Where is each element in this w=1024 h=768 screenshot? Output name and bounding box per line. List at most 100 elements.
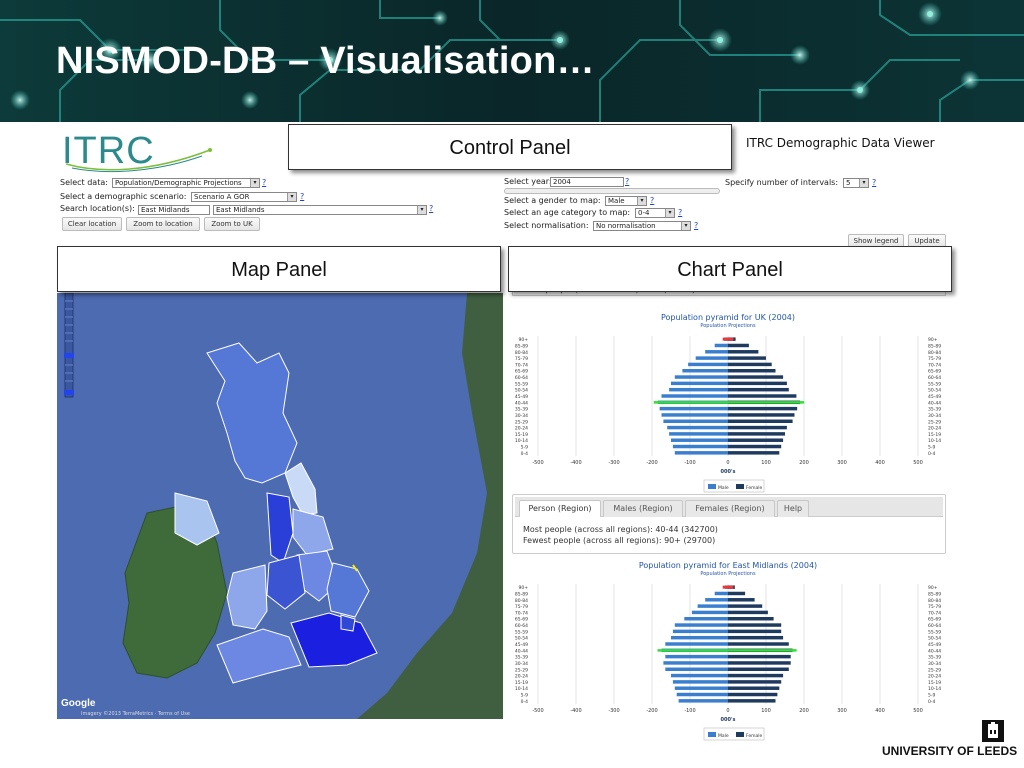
uk-region-map[interactable] — [57, 293, 503, 719]
age-label-left: 15-19 — [515, 680, 528, 686]
search-location-input[interactable]: East Midlands — [138, 205, 210, 215]
age-label-left: 80-84 — [515, 350, 528, 356]
zoom-out-icon[interactable] — [64, 390, 74, 395]
age-help-link[interactable]: ? — [678, 208, 682, 217]
x-tick-label: 500 — [913, 708, 923, 714]
select-data-help-link[interactable]: ? — [262, 178, 266, 187]
x-tick-label: 300 — [837, 708, 847, 714]
age-label-right: 60-64 — [928, 623, 941, 629]
age-label-right: 40-44 — [928, 648, 941, 654]
age-label-left: 90+ — [519, 337, 529, 343]
male-bar — [663, 419, 728, 423]
female-bar — [728, 381, 787, 386]
chart-panel-callout: Chart Panel — [508, 246, 952, 292]
gender-dropdown[interactable]: Male ▾ — [605, 196, 647, 206]
zoom-to-location-button[interactable]: Zoom to location — [126, 217, 200, 231]
chevron-down-icon: ▾ — [665, 209, 674, 217]
age-label-right: 75-79 — [928, 604, 941, 610]
female-bar — [728, 680, 782, 684]
x-tick-label: 100 — [761, 708, 771, 714]
legend-female-label: Female — [746, 485, 763, 491]
university-logo: UNIVERSITY OF LEEDS — [882, 720, 1017, 762]
tab-females-region[interactable]: Females (Region) — [685, 500, 775, 517]
male-bar — [684, 617, 728, 621]
female-bar — [728, 591, 746, 596]
age-label-right: 60-64 — [928, 375, 941, 381]
gender-help-link[interactable]: ? — [650, 196, 654, 205]
east-midlands-pyramid-svg: Population pyramid for East Midlands (20… — [515, 561, 941, 741]
age-dropdown[interactable]: 0-4 ▾ — [635, 208, 675, 218]
female-bar — [728, 673, 784, 678]
chart-legend: Male Female — [703, 479, 765, 493]
scenario-help-link[interactable]: ? — [300, 192, 304, 201]
highlight-fewest — [722, 585, 734, 589]
female-bar — [728, 387, 789, 392]
leeds-crest-icon — [982, 720, 1004, 742]
map-panel-view[interactable]: Google Imagery ©2013 TerraMetrics · Term… — [57, 293, 503, 719]
age-label-left: 50-54 — [515, 636, 528, 642]
x-tick-label: -200 — [646, 460, 657, 466]
age-label-left: 70-74 — [515, 362, 528, 368]
age-label-right: 15-19 — [928, 680, 941, 686]
x-axis-label: 000's — [721, 717, 736, 723]
x-tick-label: -100 — [684, 708, 695, 714]
zoom-to-uk-button[interactable]: Zoom to UK — [204, 217, 260, 231]
legend-male-label: Male — [718, 485, 729, 491]
legend-male-swatch — [708, 732, 716, 737]
tab-person-region[interactable]: Person (Region) — [519, 500, 601, 517]
age-label-left: 15-19 — [515, 432, 528, 438]
tab-males-region[interactable]: Males (Region) — [603, 500, 683, 517]
x-tick-label: -300 — [608, 708, 619, 714]
female-bar — [728, 406, 798, 411]
female-bar — [728, 699, 776, 703]
male-bar — [663, 661, 728, 665]
female-bar — [728, 617, 774, 621]
uk-pyramid-svg: Population pyramid for UK (2004)Populati… — [515, 313, 941, 493]
age-label-right: 80-84 — [928, 598, 941, 604]
age-label-left: 70-74 — [515, 610, 528, 616]
x-tick-label: 400 — [875, 708, 885, 714]
year-help-link[interactable]: ? — [625, 177, 629, 186]
chart-subtitle: Population Projections — [700, 571, 756, 577]
select-data-dropdown[interactable]: Population/Demographic Projections ▾ — [112, 178, 260, 188]
age-label-right: 75-79 — [928, 356, 941, 362]
intervals-dropdown[interactable]: 5 ▾ — [843, 178, 869, 188]
x-tick-label: 0 — [726, 460, 729, 466]
female-bar — [728, 362, 772, 367]
clear-location-button[interactable]: Clear location — [62, 217, 122, 231]
female-bar — [728, 692, 778, 697]
age-label-left: 35-39 — [515, 407, 528, 413]
female-bar — [728, 686, 780, 690]
age-label-left: 40-44 — [515, 400, 528, 406]
x-tick-label: 100 — [761, 460, 771, 466]
age-label-right: 45-49 — [928, 394, 941, 400]
female-bar — [728, 623, 782, 627]
x-tick-label: 500 — [913, 460, 923, 466]
normalisation-dropdown[interactable]: No normalisation ▾ — [593, 221, 691, 231]
year-slider[interactable] — [504, 188, 720, 194]
age-label-left: 65-69 — [515, 369, 528, 375]
search-location-dropdown[interactable]: East Midlands ▾ — [213, 205, 427, 215]
male-bar — [697, 604, 728, 608]
female-bar — [728, 642, 789, 646]
chart-legend: Male Female — [703, 727, 765, 741]
search-help-link[interactable]: ? — [429, 204, 433, 213]
male-bar — [714, 343, 728, 348]
chevron-down-icon: ▾ — [859, 179, 868, 187]
normalisation-help-link[interactable]: ? — [694, 221, 698, 230]
region-stats-panel: Person (Region) Males (Region) Females (… — [512, 494, 946, 554]
map-attribution[interactable]: Imagery ©2013 TerraMetrics · Terms of Us… — [81, 711, 190, 717]
age-label-left: 75-79 — [515, 356, 528, 362]
tab-help[interactable]: Help — [777, 500, 809, 517]
google-logo: Google — [61, 698, 96, 709]
zoom-handle[interactable] — [64, 353, 74, 358]
select-data-label: Select data: — [60, 178, 108, 187]
x-tick-label: -400 — [570, 708, 581, 714]
scenario-dropdown[interactable]: Scenario A GOR ▾ — [191, 192, 297, 202]
age-label-left: 20-24 — [515, 426, 528, 432]
male-bar — [676, 692, 728, 697]
male-bar — [674, 375, 728, 379]
year-input[interactable]: 2004 — [550, 177, 624, 187]
intervals-help-link[interactable]: ? — [872, 178, 876, 187]
gender-label: Select a gender to map: — [504, 196, 601, 205]
